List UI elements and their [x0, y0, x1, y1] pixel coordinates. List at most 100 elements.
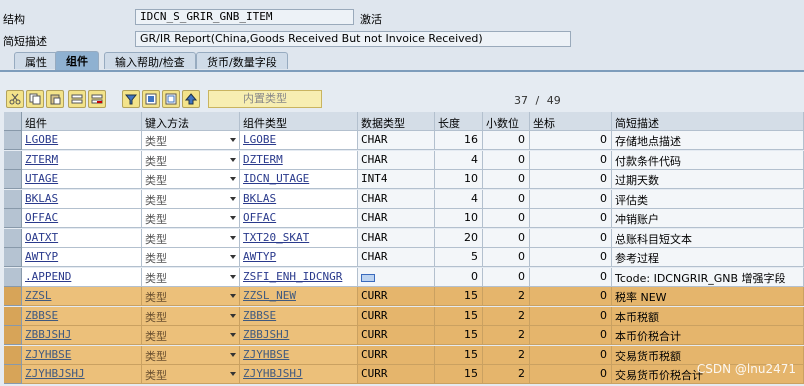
col-header-length[interactable]: 长度	[435, 112, 483, 131]
component-type-cell[interactable]: ZZSL_NEW	[240, 287, 358, 306]
row-selector[interactable]	[4, 189, 22, 209]
component-type-cell[interactable]: AWTYP	[240, 248, 358, 267]
component-cell[interactable]: AWTYP	[22, 248, 142, 267]
tab-attributes[interactable]: 属性	[14, 52, 58, 69]
col-header-component-type[interactable]: 组件类型	[240, 112, 358, 131]
cut-icon[interactable]	[6, 90, 24, 108]
component-cell[interactable]: ZZSL	[22, 287, 142, 306]
component-type-cell[interactable]: LGOBE	[240, 131, 358, 150]
typing-method-cell[interactable]: 类型	[142, 228, 240, 248]
row-selector[interactable]	[4, 228, 22, 248]
row-selector[interactable]	[4, 306, 22, 326]
component-cell[interactable]: OFFAC	[22, 209, 142, 228]
typing-method-cell[interactable]: 类型	[142, 150, 240, 170]
typing-method-cell[interactable]: 类型	[142, 209, 240, 228]
delete-row-icon[interactable]	[88, 90, 106, 108]
builtin-type-button[interactable]: 内置类型	[208, 90, 322, 108]
component-cell[interactable]: UTAGE	[22, 170, 142, 189]
typing-method-cell[interactable]: 类型	[142, 170, 240, 189]
chevron-down-icon[interactable]	[230, 352, 236, 357]
row-selector[interactable]	[4, 267, 22, 287]
chevron-down-icon[interactable]	[230, 196, 236, 201]
table-row[interactable]: ZBBJSHJ 类型 ZBBJSHJ CURR 15 2 0 本币价税合计	[4, 326, 804, 345]
component-cell[interactable]: ZBBJSHJ	[22, 326, 142, 345]
typing-method-cell[interactable]: 类型	[142, 248, 240, 267]
select-all-icon[interactable]	[142, 90, 160, 108]
table-row[interactable]: ZTERM 类型 DZTERM CHAR 4 0 0 付款条件代码	[4, 150, 804, 170]
typing-method-cell[interactable]: 类型	[142, 365, 240, 384]
typing-method-cell[interactable]: 类型	[142, 131, 240, 150]
filter-icon[interactable]	[122, 90, 140, 108]
row-selector[interactable]	[4, 131, 22, 150]
component-type-cell[interactable]: ZBBJSHJ	[240, 326, 358, 345]
row-selector[interactable]	[4, 365, 22, 384]
col-header-typing-method[interactable]: 键入方法	[142, 112, 240, 131]
component-cell[interactable]: BKLAS	[22, 189, 142, 209]
chevron-down-icon[interactable]	[230, 274, 236, 279]
row-selector[interactable]	[4, 345, 22, 365]
tab-input-help-check[interactable]: 输入帮助/检查	[104, 52, 196, 69]
component-cell[interactable]: OATXT	[22, 228, 142, 248]
chevron-down-icon[interactable]	[230, 235, 236, 240]
chevron-down-icon[interactable]	[230, 138, 236, 142]
typing-method-cell[interactable]: 类型	[142, 306, 240, 326]
table-row[interactable]: OATXT 类型 TXT20_SKAT CHAR 20 0 0 总账科目短文本	[4, 228, 804, 248]
row-selector[interactable]	[4, 326, 22, 345]
component-cell[interactable]: ZTERM	[22, 150, 142, 170]
table-row[interactable]: ZJYHBSE 类型 ZJYHBSE CURR 15 2 0 交易货币税额	[4, 345, 804, 365]
tab-currency-quantity[interactable]: 货币/数量字段	[196, 52, 288, 69]
table-row[interactable]: ZZSL 类型 ZZSL_NEW CURR 15 2 0 税率 NEW	[4, 287, 804, 306]
structure-name-field[interactable]: IDCN_S_GRIR_GNB_ITEM	[135, 9, 354, 25]
typing-method-cell[interactable]: 类型	[142, 345, 240, 365]
component-cell[interactable]: ZJYHBSE	[22, 345, 142, 365]
table-row[interactable]: ZBBSE 类型 ZBBSE CURR 15 2 0 本币税额	[4, 306, 804, 326]
chevron-down-icon[interactable]	[230, 333, 236, 337]
chevron-down-icon[interactable]	[230, 294, 236, 298]
chevron-down-icon[interactable]	[230, 372, 236, 376]
description-field[interactable]: GR/IR Report(China,Goods Received But no…	[135, 31, 571, 47]
table-row[interactable]: OFFAC 类型 OFFAC CHAR 10 0 0 冲销账户	[4, 209, 804, 228]
col-header-coordinate[interactable]: 坐标	[530, 112, 612, 131]
row-selector[interactable]	[4, 209, 22, 228]
table-row[interactable]: LGOBE 类型 LGOBE CHAR 16 0 0 存储地点描述	[4, 131, 804, 150]
component-type-cell[interactable]: TXT20_SKAT	[240, 228, 358, 248]
component-type-cell[interactable]: IDCN_UTAGE	[240, 170, 358, 189]
chevron-down-icon[interactable]	[230, 313, 236, 318]
component-type-cell[interactable]: DZTERM	[240, 150, 358, 170]
col-header-component[interactable]: 组件	[22, 112, 142, 131]
col-header-data-type[interactable]: 数据类型	[358, 112, 435, 131]
component-type-cell[interactable]: OFFAC	[240, 209, 358, 228]
component-cell[interactable]: ZBBSE	[22, 306, 142, 326]
typing-method-cell[interactable]: 类型	[142, 267, 240, 287]
row-selector[interactable]	[4, 248, 22, 267]
select-all-cell[interactable]	[4, 112, 22, 131]
component-cell[interactable]: ZJYHBJSHJ	[22, 365, 142, 384]
table-row[interactable]: AWTYP 类型 AWTYP CHAR 5 0 0 参考过程	[4, 248, 804, 267]
col-header-decimals[interactable]: 小数位	[483, 112, 530, 131]
table-row[interactable]: UTAGE 类型 IDCN_UTAGE INT4 10 0 0 过期天数	[4, 170, 804, 189]
component-type-cell[interactable]: BKLAS	[240, 189, 358, 209]
chevron-down-icon[interactable]	[230, 177, 236, 181]
tab-components[interactable]: 组件	[55, 51, 99, 70]
table-row[interactable]: .APPEND 类型 ZSFI_ENH_IDCNGR 0 0 0 Tcode: IDCNGR…	[4, 267, 804, 287]
paste-icon[interactable]	[46, 90, 64, 108]
typing-method-cell[interactable]: 类型	[142, 326, 240, 345]
insert-row-icon[interactable]	[68, 90, 86, 108]
row-selector[interactable]	[4, 287, 22, 306]
up-arrow-icon[interactable]	[182, 90, 200, 108]
chevron-down-icon[interactable]	[230, 255, 236, 259]
component-type-cell[interactable]: ZJYHBSE	[240, 345, 358, 365]
component-type-cell[interactable]: ZJYHBJSHJ	[240, 365, 358, 384]
table-row[interactable]: BKLAS 类型 BKLAS CHAR 4 0 0 评估类	[4, 189, 804, 209]
col-header-short-description[interactable]: 简短描述	[612, 112, 804, 131]
component-cell[interactable]: LGOBE	[22, 131, 142, 150]
chevron-down-icon[interactable]	[230, 157, 236, 162]
component-type-cell[interactable]: ZBBSE	[240, 306, 358, 326]
table-row[interactable]: ZJYHBJSHJ 类型 ZJYHBJSHJ CURR 15 2 0 交易货币价税合计	[4, 365, 804, 384]
typing-method-cell[interactable]: 类型	[142, 189, 240, 209]
deselect-icon[interactable]	[162, 90, 180, 108]
component-type-cell[interactable]: ZSFI_ENH_IDCNGR	[240, 267, 358, 287]
row-selector[interactable]	[4, 170, 22, 189]
copy-icon[interactable]	[26, 90, 44, 108]
typing-method-cell[interactable]: 类型	[142, 287, 240, 306]
